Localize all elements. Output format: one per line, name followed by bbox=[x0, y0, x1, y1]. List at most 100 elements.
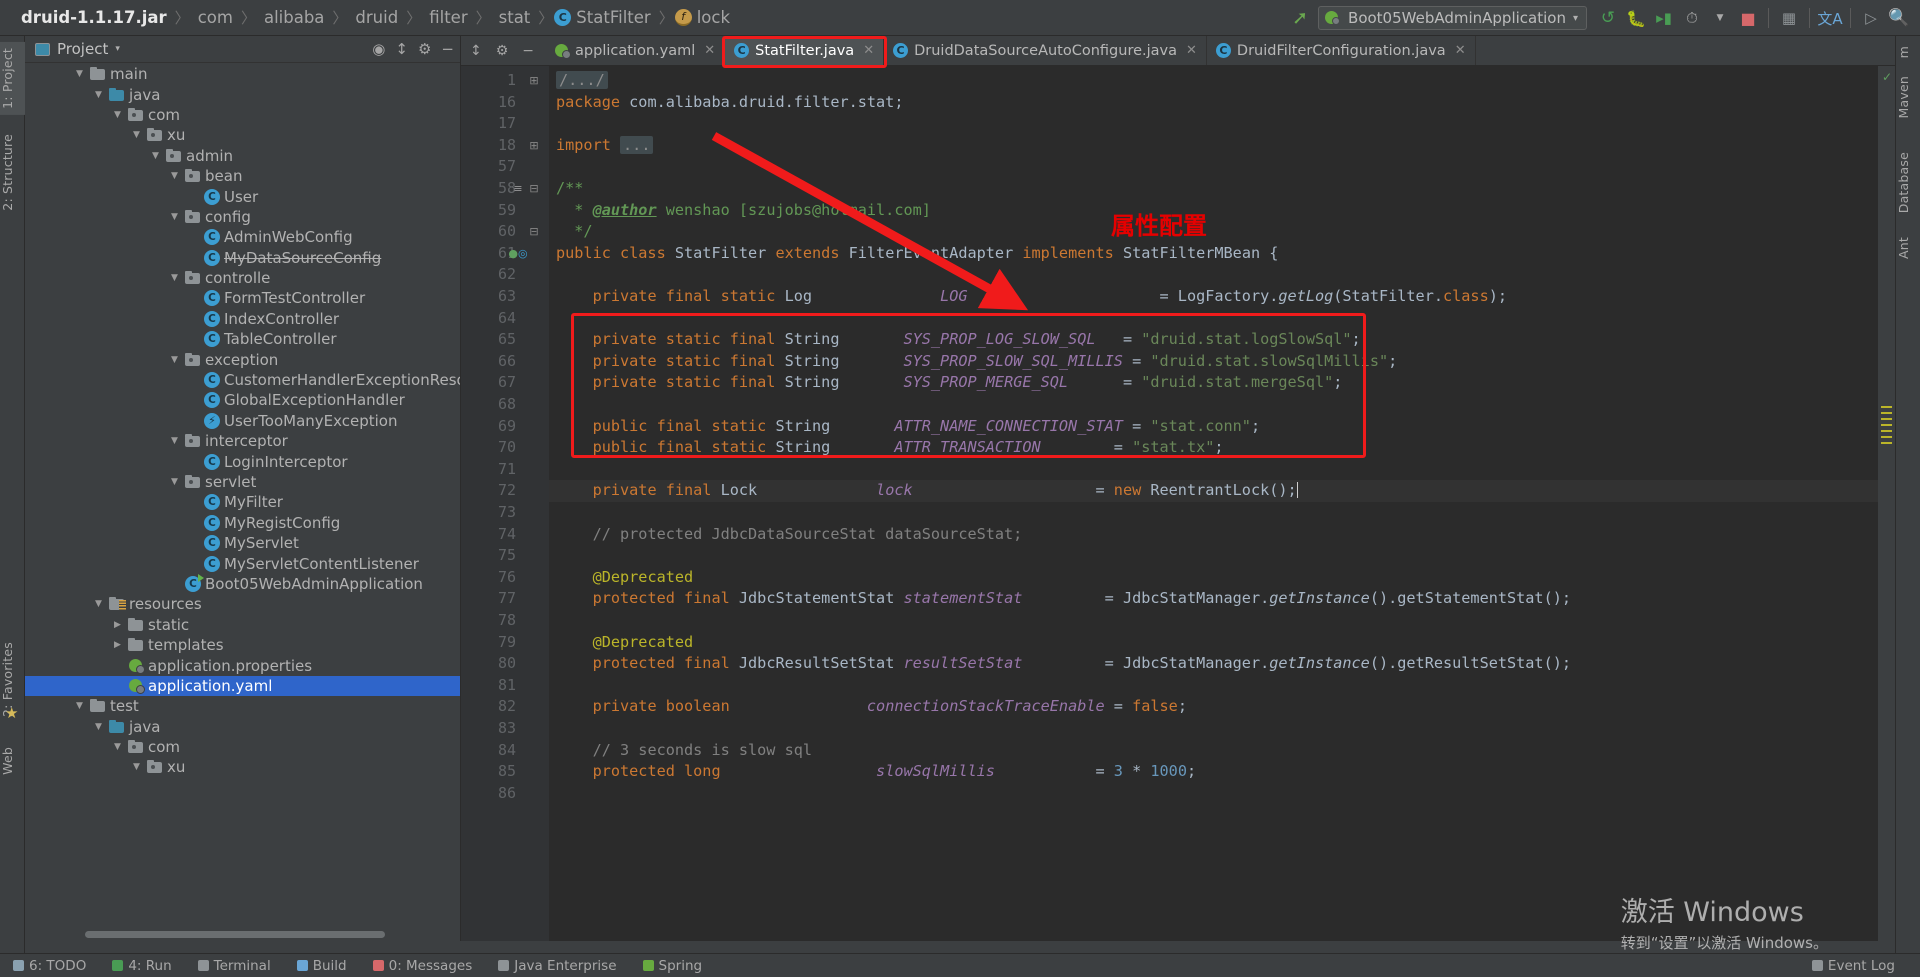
run-with-coverage-icon[interactable]: ⏱ bbox=[1679, 5, 1705, 31]
chevron-right-icon[interactable]: ▶ bbox=[111, 640, 124, 650]
coverage-dropdown-icon[interactable]: ▼ bbox=[1707, 5, 1733, 31]
chevron-down-icon[interactable]: ▼ bbox=[130, 130, 143, 140]
tool-tab-ant[interactable]: Ant bbox=[1896, 231, 1920, 265]
breadcrumb-item-com[interactable]: com bbox=[191, 8, 240, 27]
locate-icon[interactable]: ◉ bbox=[372, 40, 385, 58]
editor-tab-application-yaml[interactable]: application.yaml ✕ bbox=[545, 36, 726, 65]
hide-icon[interactable]: − bbox=[441, 40, 454, 58]
collapse-all-icon[interactable]: ↕ bbox=[470, 43, 482, 59]
breadcrumb-item-lock[interactable]: f lock bbox=[674, 8, 737, 27]
tool-tab-structure[interactable]: 2: Structure bbox=[0, 128, 25, 217]
tool-tab-project[interactable]: 1: Project bbox=[0, 42, 25, 115]
search-everywhere-icon[interactable]: 🔍 bbox=[1886, 5, 1912, 31]
project-structure-icon[interactable]: ▦ bbox=[1776, 5, 1802, 31]
breadcrumb-item-stat[interactable]: stat bbox=[492, 8, 538, 27]
settings-gear-icon[interactable]: ⚙ bbox=[496, 43, 509, 59]
project-horizontal-scrollbar[interactable] bbox=[25, 930, 461, 939]
hide-icon[interactable]: − bbox=[522, 43, 534, 59]
breadcrumb-item-druid-1-1-17-jar[interactable]: druid-1.1.17.jar bbox=[14, 8, 174, 27]
favorites-star-icon[interactable]: ★ bbox=[5, 704, 18, 722]
run-icon[interactable]: ▸▮ bbox=[1651, 5, 1677, 31]
inspection-ok-icon[interactable]: ✓ bbox=[1882, 70, 1892, 84]
tree-item-admin[interactable]: ▼ admin bbox=[25, 146, 460, 166]
build-icon[interactable]: ↺ bbox=[1595, 5, 1621, 31]
tool-tab-web[interactable]: Web bbox=[0, 741, 25, 781]
chevron-down-icon[interactable]: ▼ bbox=[130, 762, 143, 772]
status-item-event-log[interactable]: Event Log bbox=[1799, 958, 1908, 974]
chevron-down-icon[interactable]: ▼ bbox=[73, 69, 86, 79]
updates-icon[interactable]: ➚ bbox=[1292, 7, 1308, 29]
project-tree[interactable]: ▼ main ▼ java ▼ com ▼ xu ▼ admin ▼ bean C User ▼ confi… bbox=[25, 64, 460, 923]
tree-item-interceptor[interactable]: ▼ interceptor bbox=[25, 431, 460, 451]
chevron-down-icon[interactable]: ▼ bbox=[111, 742, 124, 752]
editor-marker-column[interactable]: ✓ bbox=[1878, 66, 1895, 941]
chevron-down-icon[interactable]: ▼ bbox=[92, 599, 105, 609]
tool-tab-maven[interactable]: Maven bbox=[1896, 70, 1920, 124]
breadcrumb-item-statfilter[interactable]: C StatFilter bbox=[554, 8, 657, 27]
chevron-down-icon[interactable]: ▼ bbox=[168, 477, 181, 487]
chevron-down-icon[interactable]: ▼ bbox=[111, 110, 124, 120]
status-item-0--messages[interactable]: 0: Messages bbox=[360, 958, 486, 974]
tree-item-exception[interactable]: ▼ exception bbox=[25, 349, 460, 369]
close-icon[interactable]: ✕ bbox=[1455, 43, 1466, 58]
tree-item-com[interactable]: ▼ com bbox=[25, 737, 460, 757]
tree-item-indexcontroller[interactable]: C IndexController bbox=[25, 309, 460, 329]
tree-item-main[interactable]: ▼ main bbox=[25, 64, 460, 84]
tree-item-myservletcontentlistener[interactable]: C MyServletContentListener bbox=[25, 553, 460, 573]
tree-item-mydatasourceconfig[interactable]: C MyDataSourceConfig bbox=[25, 248, 460, 268]
tree-item-logininterceptor[interactable]: C LoginInterceptor bbox=[25, 451, 460, 471]
chevron-down-icon[interactable]: ▼ bbox=[92, 722, 105, 732]
translate-icon[interactable]: 文A bbox=[1817, 5, 1843, 31]
implemented-methods-gutter-icon[interactable]: ●◎ bbox=[501, 243, 535, 265]
breadcrumb-item-alibaba[interactable]: alibaba bbox=[257, 8, 331, 27]
chevron-down-icon[interactable]: ▼ bbox=[168, 273, 181, 283]
scrollbar-thumb[interactable] bbox=[85, 931, 385, 938]
close-icon[interactable]: ✕ bbox=[863, 43, 874, 58]
tree-item-formtestcontroller[interactable]: C FormTestController bbox=[25, 288, 460, 308]
tree-item-customerhandlerexceptionresolver[interactable]: CCustomerHandlerExceptionResolver bbox=[25, 370, 460, 390]
code-editor[interactable]: 1 ⊞ 16 17 18 ⊞ 57 58 ⊟ ≡ 59 60 ⊟ 61 ●◎ 62 63 64 65 66 67 68 69… bbox=[461, 66, 1895, 941]
tree-item-adminwebconfig[interactable]: C AdminWebConfig bbox=[25, 227, 460, 247]
fold-expand-icon[interactable]: ⊞ bbox=[523, 135, 545, 157]
tree-item-java[interactable]: ▼ java bbox=[25, 84, 460, 104]
tree-item-xu[interactable]: ▼ xu bbox=[25, 757, 460, 777]
tree-item-application-properties[interactable]: application.properties bbox=[25, 655, 460, 675]
stop-icon[interactable]: ■ bbox=[1735, 5, 1761, 31]
tree-item-bean[interactable]: ▼ bean bbox=[25, 166, 460, 186]
status-item-spring[interactable]: Spring bbox=[630, 958, 716, 974]
tree-item-boot05webadminapplication[interactable]: C Boot05WebAdminApplication bbox=[25, 573, 460, 594]
tree-item-static[interactable]: ▶ static bbox=[25, 615, 460, 635]
status-item-java-enterprise[interactable]: Java Enterprise bbox=[485, 958, 629, 974]
chevron-down-icon[interactable]: ▼ bbox=[168, 436, 181, 446]
editor-gutter[interactable]: 1 ⊞ 16 17 18 ⊞ 57 58 ⊟ ≡ 59 60 ⊟ 61 ●◎ 62 63 64 65 66 67 68 69… bbox=[461, 66, 549, 941]
settings-gear-icon[interactable]: ⚙ bbox=[418, 40, 431, 58]
tree-item-controlle[interactable]: ▼ controlle bbox=[25, 268, 460, 288]
fold-expand-icon[interactable]: ⊞ bbox=[523, 70, 545, 92]
tree-item-myfilter[interactable]: C MyFilter bbox=[25, 492, 460, 512]
run-configuration-selector[interactable]: Boot05WebAdminApplication ▾ bbox=[1318, 6, 1587, 30]
tree-item-config[interactable]: ▼ config bbox=[25, 207, 460, 227]
tree-item-myregistconfig[interactable]: C MyRegistConfig bbox=[25, 513, 460, 533]
collapse-all-icon[interactable]: ↕ bbox=[395, 40, 408, 58]
tool-tab-database[interactable]: Database bbox=[1896, 146, 1920, 219]
tree-item-test[interactable]: ▼ test bbox=[25, 696, 460, 716]
chevron-down-icon[interactable]: ▼ bbox=[168, 212, 181, 222]
chevron-down-icon[interactable]: ▼ bbox=[92, 90, 105, 100]
code-content[interactable]: /.../package com.alibaba.druid.filter.st… bbox=[549, 66, 1895, 941]
breadcrumb-item-druid[interactable]: druid bbox=[348, 8, 405, 27]
status-item-build[interactable]: Build bbox=[284, 958, 360, 974]
tree-item-java[interactable]: ▼ java bbox=[25, 717, 460, 737]
chevron-down-icon[interactable]: ▼ bbox=[168, 355, 181, 365]
status-item-4--run[interactable]: 4: Run bbox=[99, 958, 184, 974]
editor-tab-statfilter-java[interactable]: C StatFilter.java ✕ bbox=[725, 36, 885, 65]
tool-tab-m[interactable]: m bbox=[1896, 40, 1920, 64]
tree-item-usertoomanyexception[interactable]: ⚡ UserTooManyException bbox=[25, 411, 460, 431]
close-icon[interactable]: ✕ bbox=[704, 43, 715, 58]
chevron-down-icon[interactable]: ▾ bbox=[115, 44, 120, 54]
terminal-icon[interactable]: ▷ bbox=[1858, 5, 1884, 31]
debug-icon[interactable]: 🐛 bbox=[1623, 5, 1649, 31]
tree-item-myservlet[interactable]: C MyServlet bbox=[25, 533, 460, 553]
chevron-right-icon[interactable]: ▶ bbox=[111, 620, 124, 630]
chevron-down-icon[interactable]: ▼ bbox=[168, 171, 181, 181]
tree-item-xu[interactable]: ▼ xu bbox=[25, 125, 460, 145]
